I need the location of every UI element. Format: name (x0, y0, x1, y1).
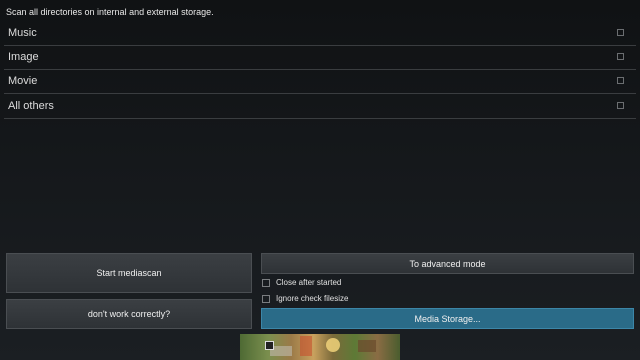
category-checkbox[interactable] (617, 53, 624, 60)
ad-badge-icon (265, 341, 274, 350)
close-after-started-option[interactable]: Close after started (262, 277, 462, 289)
ignore-check-filesize-label: Ignore check filesize (276, 294, 349, 303)
advanced-mode-button[interactable]: To advanced mode (261, 253, 634, 274)
media-storage-label: Media Storage... (414, 313, 481, 324)
close-after-started-checkbox[interactable] (262, 279, 270, 287)
close-after-started-label: Close after started (276, 278, 342, 287)
ad-graphic (300, 336, 312, 356)
ignore-check-filesize-checkbox[interactable] (262, 295, 270, 303)
ignore-check-filesize-option[interactable]: Ignore check filesize (262, 293, 462, 305)
category-checkbox[interactable] (617, 102, 624, 109)
dont-work-correctly-button[interactable]: don't work correctly? (6, 299, 252, 329)
start-mediascan-button[interactable]: Start mediascan (6, 253, 252, 293)
category-label: Movie (8, 75, 38, 87)
category-checkbox[interactable] (617, 29, 624, 36)
category-row-movie[interactable]: Movie (4, 69, 636, 94)
category-row-music[interactable]: Music (4, 21, 636, 46)
media-storage-button[interactable]: Media Storage... (261, 308, 634, 329)
category-checkbox[interactable] (617, 77, 624, 84)
ad-graphic (358, 340, 376, 352)
category-label: Music (8, 27, 37, 39)
ad-graphic (326, 338, 340, 352)
category-row-image[interactable]: Image (4, 45, 636, 70)
dont-work-correctly-label: don't work correctly? (87, 309, 171, 319)
category-label: All others (8, 100, 54, 112)
category-row-all-others[interactable]: All others (4, 94, 636, 119)
start-mediascan-label: Start mediascan (96, 268, 162, 278)
advanced-mode-label: To advanced mode (409, 258, 486, 269)
ad-banner[interactable] (240, 334, 400, 360)
header-description: Scan all directories on internal and ext… (6, 7, 214, 17)
category-label: Image (8, 51, 39, 63)
